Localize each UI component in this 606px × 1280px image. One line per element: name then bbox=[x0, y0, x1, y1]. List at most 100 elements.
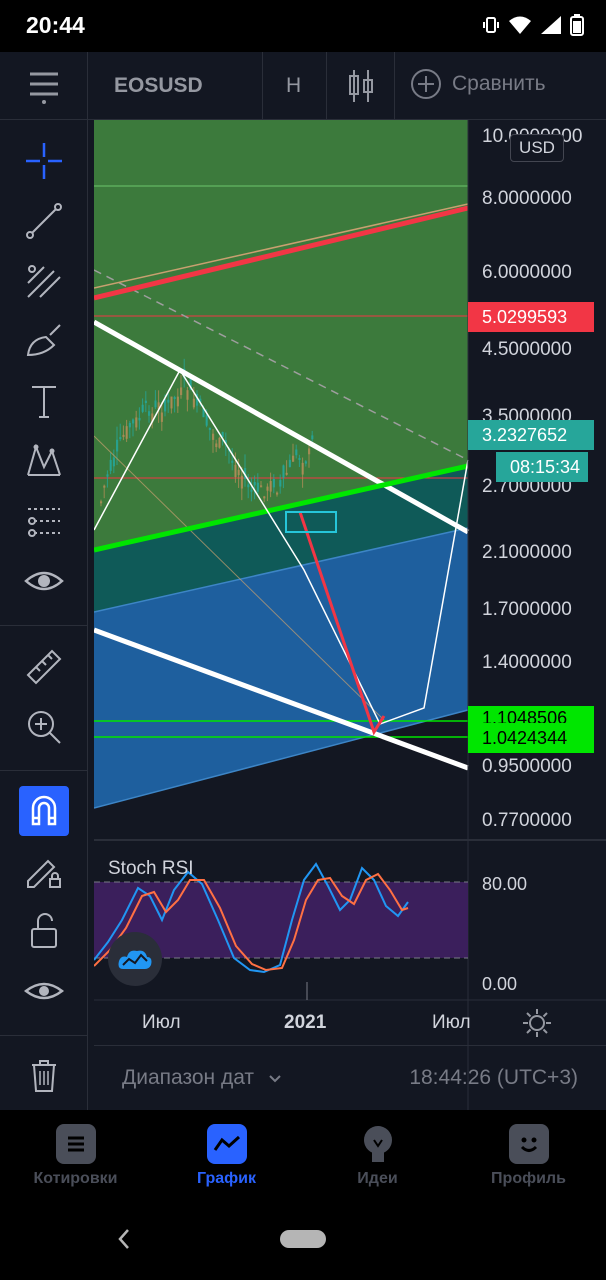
date-range-button[interactable]: Диапазон дат bbox=[122, 1066, 282, 1090]
hamburger-icon bbox=[29, 72, 58, 104]
zoom-in-icon bbox=[28, 711, 61, 744]
chart-pane[interactable]: 10.00000008.00000006.00000004.50000003.5… bbox=[94, 120, 606, 1110]
unlock-icon bbox=[31, 913, 57, 948]
candle-body bbox=[272, 479, 275, 488]
vibrate-icon bbox=[483, 17, 499, 33]
candle-body bbox=[144, 400, 147, 404]
symbol-button[interactable]: EOSUSD bbox=[114, 74, 203, 98]
price-axis-label: 2.1000000 bbox=[482, 542, 572, 563]
magnet-tool[interactable] bbox=[19, 786, 69, 836]
status-time: 20:44 bbox=[26, 12, 85, 38]
candle-body bbox=[308, 448, 311, 455]
pattern-tool[interactable] bbox=[19, 436, 69, 486]
prediction-tool[interactable] bbox=[19, 496, 69, 546]
sidebar-divider bbox=[0, 770, 88, 771]
brush-tool[interactable] bbox=[19, 316, 69, 366]
interval-button[interactable]: Н bbox=[286, 74, 301, 98]
candle-body bbox=[212, 433, 215, 440]
profile-icon bbox=[508, 1124, 549, 1164]
chart-type-button[interactable] bbox=[346, 68, 376, 109]
time-label-jul-2: Июл bbox=[432, 1012, 471, 1033]
unlock-tool[interactable] bbox=[19, 906, 69, 956]
candle-body bbox=[304, 461, 307, 464]
candle-body bbox=[186, 390, 189, 400]
cloud-chart-icon bbox=[118, 950, 152, 969]
nav-chart[interactable]: График bbox=[151, 1110, 302, 1200]
candle-body bbox=[285, 472, 288, 475]
candle-body bbox=[231, 460, 234, 463]
candle-body bbox=[141, 404, 144, 412]
text-tool[interactable] bbox=[19, 376, 69, 426]
tradingview-logo[interactable] bbox=[108, 932, 162, 986]
visibility-tool[interactable] bbox=[19, 966, 69, 1016]
price-axis-label: 6.0000000 bbox=[482, 262, 572, 283]
time-label-2021: 2021 bbox=[284, 1012, 327, 1033]
candle-body bbox=[298, 458, 301, 461]
candle-body bbox=[116, 439, 119, 452]
remove-drawings-tool[interactable] bbox=[19, 1050, 69, 1100]
text-icon bbox=[32, 386, 56, 418]
price-tag-green-2: 1.0424344 bbox=[468, 723, 594, 753]
chart-settings-button[interactable] bbox=[522, 1008, 552, 1043]
ruler-tool[interactable] bbox=[19, 642, 69, 692]
pencil-lock-icon bbox=[27, 859, 61, 888]
compare-label: Сравнить bbox=[452, 72, 546, 95]
stoch-label-80: 80.00 bbox=[482, 874, 527, 894]
nav-profile[interactable]: Профиль bbox=[453, 1110, 604, 1200]
system-home-button[interactable] bbox=[280, 1230, 326, 1248]
candle-body bbox=[128, 422, 131, 428]
nav-quotes[interactable]: Котировки bbox=[0, 1110, 151, 1200]
system-back-button[interactable] bbox=[116, 1226, 132, 1257]
stoch-label-0: 0.00 bbox=[482, 974, 517, 994]
zoom-tool[interactable] bbox=[19, 702, 69, 752]
pitchfork-icon bbox=[27, 265, 61, 298]
candle-body bbox=[292, 455, 295, 462]
status-bar: 20:44 bbox=[0, 0, 606, 52]
candle-body bbox=[282, 465, 285, 478]
candle-body bbox=[106, 474, 109, 477]
ideas-icon bbox=[358, 1124, 398, 1164]
nav-ideas[interactable]: Идеи bbox=[302, 1110, 453, 1200]
candle-body bbox=[234, 464, 237, 477]
eye-icon bbox=[24, 571, 64, 591]
candle-body bbox=[253, 481, 256, 486]
price-tag-red: 5.0299593 bbox=[468, 302, 594, 332]
trend-line-tool[interactable] bbox=[19, 196, 69, 246]
candle-body bbox=[279, 480, 282, 487]
timezone-clock[interactable]: 18:44:26 (UTC+3) bbox=[409, 1066, 578, 1090]
compare-button[interactable]: Сравнить bbox=[410, 68, 546, 100]
hide-drawings-tool[interactable] bbox=[19, 556, 69, 606]
menu-button[interactable] bbox=[0, 52, 88, 120]
time-label-jul-1: Июл bbox=[142, 1012, 181, 1033]
candle-body bbox=[218, 437, 221, 448]
drawing-toolbar bbox=[0, 120, 88, 1110]
price-chart[interactable]: 10.00000008.00000006.00000004.50000003.5… bbox=[94, 120, 606, 1110]
candle-body bbox=[154, 400, 157, 408]
crosshair-tool[interactable] bbox=[19, 136, 69, 186]
pitchfork-tool[interactable] bbox=[19, 256, 69, 306]
candle-body bbox=[125, 426, 128, 439]
candle-body bbox=[148, 411, 151, 416]
candle-body bbox=[112, 457, 115, 467]
candle-body bbox=[192, 398, 195, 408]
sidebar-divider bbox=[0, 625, 88, 626]
candle-body bbox=[208, 427, 211, 430]
currency-badge[interactable]: USD bbox=[510, 134, 564, 162]
prediction-icon bbox=[28, 508, 60, 537]
nav-ideas-label: Идеи bbox=[357, 1170, 398, 1187]
candle-body bbox=[250, 489, 253, 492]
visibility-icon bbox=[24, 982, 64, 1000]
candle-body bbox=[170, 396, 173, 409]
pattern-icon bbox=[27, 443, 61, 476]
indicator-title[interactable]: Stoch RSI bbox=[108, 858, 194, 880]
price-axis-label: 1.7000000 bbox=[482, 599, 572, 620]
lock-drawing-tool[interactable] bbox=[19, 846, 69, 896]
candle-body bbox=[100, 501, 103, 504]
candle-body bbox=[301, 462, 304, 475]
price-axis-label: 0.9500000 bbox=[482, 756, 572, 777]
toolbar-divider bbox=[326, 52, 327, 120]
candle-body bbox=[180, 387, 183, 396]
chart-toolbar: EOSUSD Н Сравнить bbox=[0, 52, 606, 120]
price-tag-current: 3.2327652 bbox=[468, 420, 594, 450]
candle-body bbox=[122, 434, 125, 437]
